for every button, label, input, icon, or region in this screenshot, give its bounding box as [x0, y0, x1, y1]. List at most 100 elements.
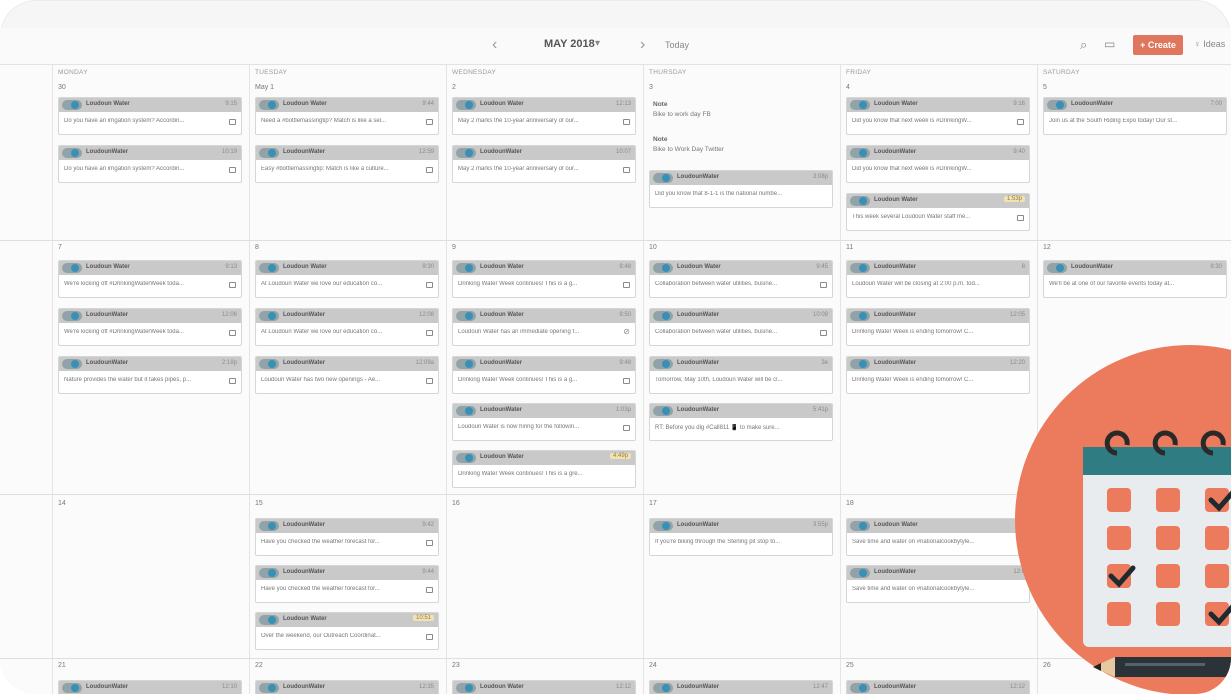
post-card[interactable]: LoudounWater 10:07 May 2 marks the 10-yea… [452, 145, 636, 183]
post-time: 2:18p [221, 360, 237, 366]
day-number[interactable]: 4 [846, 84, 850, 91]
post-card[interactable]: Loudoun Water 9:45 Collaboration between … [649, 260, 833, 298]
post-time: 8:48 [619, 264, 631, 270]
post-card[interactable]: Loudoun Water 9:13 We're kicking off #Dri… [58, 260, 242, 298]
post-text: May 2 marks the 10-year anniversary of o… [458, 166, 579, 172]
post-card[interactable]: LoudounWater 7:00 Join us at the South Ri… [1043, 97, 1227, 135]
post-text: Need a #bottlemassingtip? Match is like … [261, 118, 387, 124]
day-number[interactable]: 2 [452, 84, 456, 91]
post-card[interactable]: LoudounWater 1:03p Loudoun Water is now h… [452, 403, 636, 441]
day-number[interactable]: 15 [255, 500, 263, 507]
post-card[interactable]: LoudounWater 9:40 Did you know that next … [846, 145, 1030, 183]
post-card[interactable]: LoudounWater 3:08p Did you know that 8-1-… [649, 170, 833, 208]
note-item[interactable]: Note Bike to work day FB [653, 101, 711, 118]
post-time: 12:10 [221, 684, 237, 690]
note-title: Note [653, 101, 668, 108]
post-card[interactable]: LoudounWater 3:55p If you're biking throu… [649, 518, 833, 556]
day-number[interactable]: May 1 [255, 84, 274, 91]
post-card[interactable]: Loudoun Water Save time and water on #na… [846, 518, 1030, 556]
post-account: Loudoun Water [480, 684, 524, 690]
post-card[interactable]: Loudoun Water 10:51 Over the weekend, our… [255, 612, 439, 650]
post-card[interactable]: LoudounWater 10:19 Do you have an irrigat… [58, 145, 242, 183]
day-number[interactable]: 5 [1043, 84, 1047, 91]
post-card[interactable]: Loudoun Water 8:50 Loudoun Water has an i… [452, 308, 636, 346]
post-card[interactable]: LoudounWater 12:06 We're kicking off #Dri… [58, 308, 242, 346]
day-number[interactable]: 9 [452, 244, 456, 251]
post-card[interactable]: LoudounWater 10:09 Collaboration between … [649, 308, 833, 346]
post-card[interactable]: LoudounWater 3e Tomorrow, May 10th, Loudo… [649, 356, 833, 394]
post-card[interactable]: LoudounWater 12:35 [255, 680, 439, 694]
post-card[interactable]: LoudounWater 2:18p Nature provides the wa… [58, 356, 242, 394]
post-card[interactable]: Loudoun Water 8:48 Drinking Water Week co… [452, 260, 636, 298]
next-month-button[interactable]: › [640, 36, 645, 54]
post-card[interactable]: LoudounWater 12:59 Easy #bottlemassingtip… [255, 145, 439, 183]
post-text: Loudoun Water is now hiring for the foll… [458, 424, 580, 430]
day-number[interactable]: 3 [649, 84, 653, 91]
post-card[interactable]: LoudounWater 12:10 [58, 680, 242, 694]
post-card[interactable]: LoudounWater 5:41p RT: Before you dig #Ca… [649, 403, 833, 441]
image-icon [229, 330, 236, 336]
post-account: LoudounWater [874, 360, 917, 366]
day-number[interactable]: 10 [649, 244, 657, 251]
month-selector[interactable]: MAY 2018 [544, 38, 595, 50]
day-number[interactable]: 22 [255, 662, 263, 669]
day-number[interactable]: 7 [58, 244, 62, 251]
post-card[interactable]: LoudounWater 12:08 At Loudoun Water we lo… [255, 308, 439, 346]
post-card[interactable]: LoudounWater 8:30 We'll be at one of our … [1043, 260, 1227, 298]
post-card[interactable]: Loudoun Water 12:13 May 2 marks the 10-ye… [452, 97, 636, 135]
post-account: LoudounWater [874, 149, 917, 155]
day-number[interactable]: 18 [846, 500, 854, 507]
day-number[interactable]: 21 [58, 662, 66, 669]
post-card[interactable]: LoudounWater 9:48 Drinking Water Week con… [452, 356, 636, 394]
day-number[interactable]: 12 [1043, 244, 1051, 251]
prev-month-button[interactable]: ‹ [492, 36, 497, 54]
post-card[interactable]: Loudoun Water 1:53p This week several Lou… [846, 193, 1030, 231]
post-account: LoudounWater [283, 360, 326, 366]
post-card[interactable]: Loudoun Water 9:15 Do you have an irrigat… [58, 97, 242, 135]
day-number[interactable]: 23 [452, 662, 460, 669]
note-item[interactable]: Note Bike to Work Day Twitter [653, 136, 724, 153]
post-card[interactable]: LoudounWater 12:05 Drinking Water Week is… [846, 308, 1030, 346]
search-icon[interactable]: ⌕ [1080, 37, 1087, 53]
day-number[interactable]: 25 [846, 662, 854, 669]
post-time: 9:44 [422, 101, 434, 107]
post-card[interactable]: Loudoun Water 12:12 [452, 680, 636, 694]
post-card[interactable]: LoudounWater 12:47 [649, 680, 833, 694]
post-card[interactable]: LoudounWater 9:44 Have you checked the we… [255, 565, 439, 603]
account-avatar-icon [653, 683, 673, 693]
post-account: LoudounWater [480, 149, 523, 155]
post-card[interactable]: LoudounWater 12:09a Loudoun Water has two… [255, 356, 439, 394]
ideas-button[interactable]: ♀ Ideas [1194, 39, 1225, 49]
post-card[interactable]: LoudounWater 9:42 Have you checked the we… [255, 518, 439, 556]
today-button[interactable]: Today [665, 40, 689, 50]
image-icon [623, 167, 630, 173]
day-number[interactable]: 14 [58, 500, 66, 507]
create-button[interactable]: + Create [1133, 35, 1183, 55]
post-account: LoudounWater [677, 684, 720, 690]
day-number[interactable]: 30 [58, 84, 66, 91]
post-card[interactable]: LoudounWater 12:20 Drinking Water Week is… [846, 356, 1030, 394]
day-number[interactable]: 8 [255, 244, 259, 251]
post-card[interactable]: Loudoun Water 4:49p Drinking Water Week c… [452, 450, 636, 488]
post-time: 7:00 [1210, 101, 1222, 107]
account-avatar-icon [653, 406, 673, 416]
post-account: LoudounWater [677, 312, 720, 318]
post-card[interactable]: LoudounWater 12:12 [846, 680, 1030, 694]
day-number[interactable]: 11 [846, 244, 853, 251]
day-number[interactable]: 17 [649, 500, 657, 507]
post-card[interactable]: LoudounWater 8 Loudoun Water will be clos… [846, 260, 1030, 298]
image-icon [623, 378, 630, 384]
post-card[interactable]: Loudoun Water 9:30 At Loudoun Water we lo… [255, 260, 439, 298]
post-text: May 2 marks the 10-year anniversary of o… [458, 118, 579, 124]
day-number[interactable]: 24 [649, 662, 657, 669]
image-icon [426, 330, 433, 336]
post-card[interactable]: Loudoun Water 9:16 Did you know that next… [846, 97, 1030, 135]
day-number[interactable]: 16 [452, 500, 460, 507]
post-text: RT: Before you dig #Call811 📱 to make su… [655, 425, 780, 431]
post-time: 12:35 [418, 684, 434, 690]
chevron-down-icon[interactable]: ▾ [595, 38, 600, 49]
post-card[interactable]: Loudoun Water 9:44 Need a #bottlemassingt… [255, 97, 439, 135]
post-card[interactable]: LoudounWater 12:0 Save time and water on … [846, 565, 1030, 603]
calendar-icon[interactable]: ▭ [1104, 37, 1115, 51]
account-avatar-icon [259, 100, 279, 110]
